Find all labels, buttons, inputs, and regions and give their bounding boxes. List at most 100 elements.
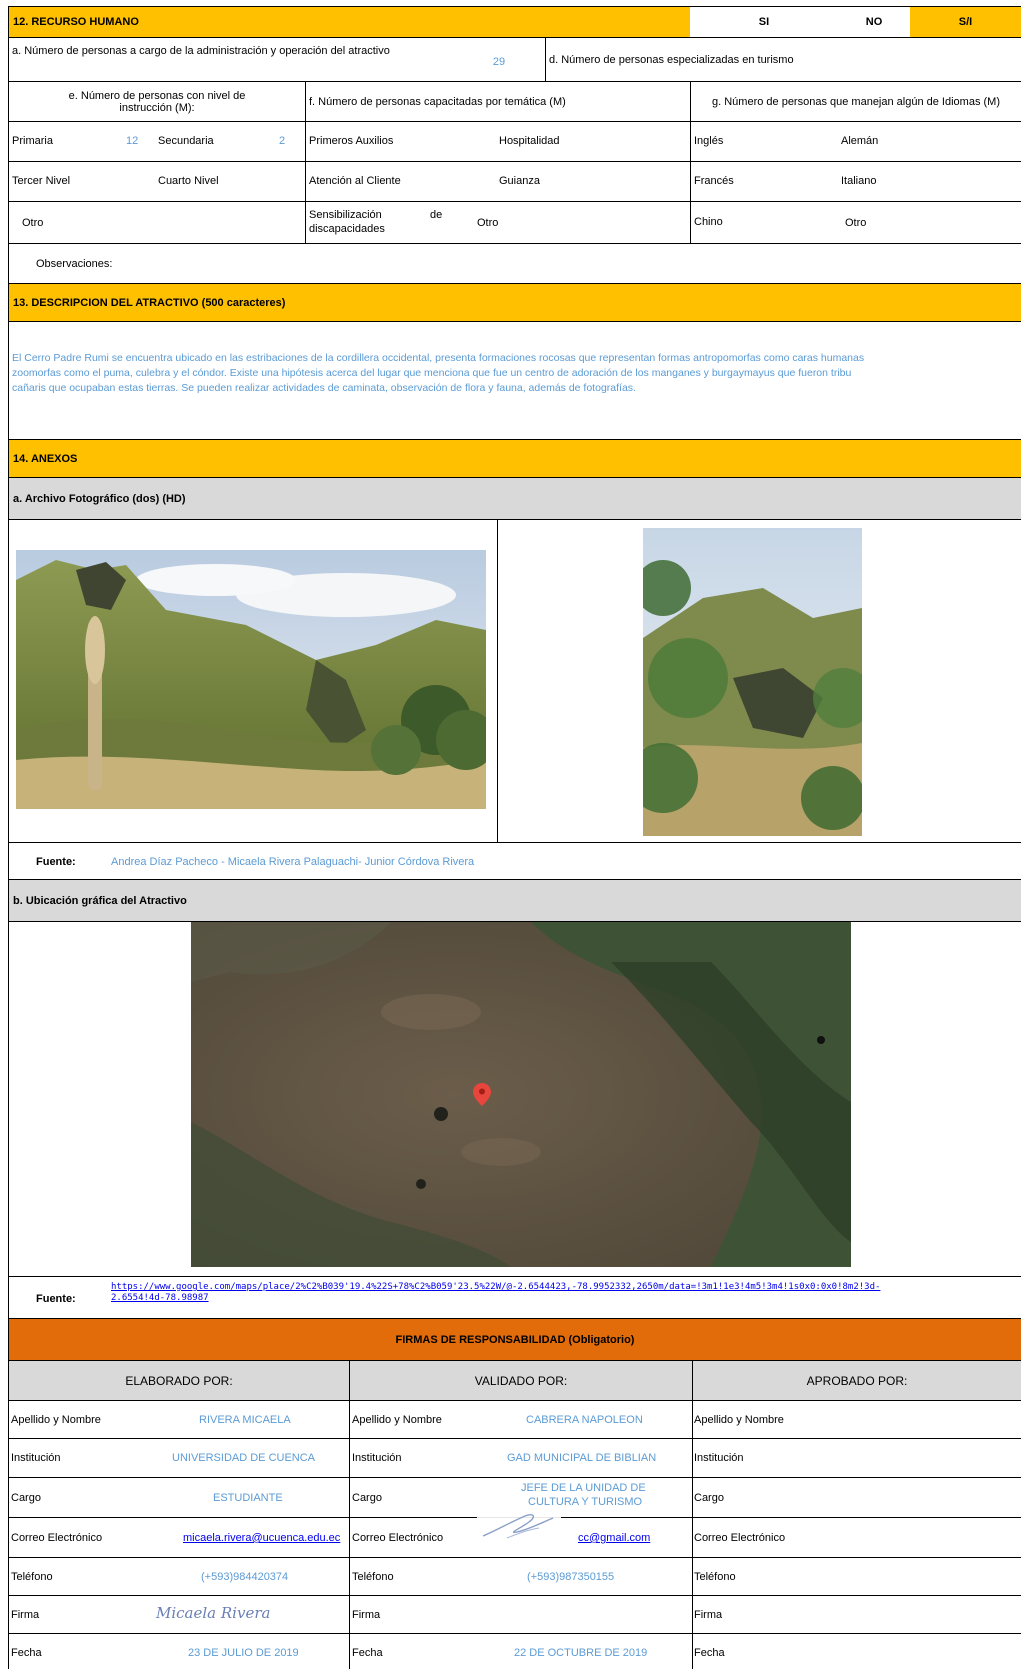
section-14-header: 14. ANEXOS — [8, 440, 1021, 478]
val-cargo-1: JEFE DE LA UNIDAD DE — [521, 1482, 646, 1494]
firma-row-nombre — [8, 1401, 1021, 1439]
label-cuarto-nivel: Cuarto Nivel — [158, 175, 219, 187]
label-sensibilizacion: Sensibilización — [309, 209, 382, 221]
label-primaria: Primaria — [12, 135, 53, 147]
elab-label-fecha: Fecha — [11, 1647, 42, 1659]
row-sensibilizacion: Sensibilización de discapacidades Otro — [305, 202, 690, 244]
apr-label-correo: Correo Electrónico — [694, 1532, 786, 1544]
descripcion-line-1: El Cerro Padre Rumi se encuentra ubicado… — [12, 352, 865, 364]
label-g: g. Número de personas que manejan algún … — [690, 82, 1021, 122]
fuente-fotos-row: Fuente: Andrea Díaz Pacheco - Micaela Ri… — [8, 843, 1021, 880]
val-signature-image — [477, 1508, 561, 1542]
ubicacion-header: b. Ubicación gráfica del Atractivo — [8, 880, 1021, 922]
val-label-telefono: Teléfono — [352, 1571, 394, 1583]
val-telefono: (+593)987350155 — [527, 1571, 615, 1583]
val-label-correo: Correo Electrónico — [352, 1532, 444, 1544]
label-secundaria: Secundaria — [158, 135, 214, 147]
row-tercer: Tercer Nivel Cuarto Nivel — [8, 162, 305, 202]
label-observaciones: Observaciones: — [36, 258, 113, 270]
section-14-title: 14. ANEXOS — [13, 452, 78, 465]
elab-label-institucion: Institución — [11, 1452, 61, 1464]
label-chino: Chino — [694, 216, 723, 228]
elab-label-telefono: Teléfono — [11, 1571, 53, 1583]
elab-label-nombre: Apellido y Nombre — [11, 1414, 101, 1426]
val-institucion: GAD MUNICIPAL DE BIBLIAN — [507, 1452, 657, 1464]
label-ingles: Inglés — [694, 135, 724, 147]
ficha-page: 12. RECURSO HUMANO SI NO S/I a. Número d… — [0, 0, 1021, 1669]
photo-cerro-paisaje — [16, 550, 486, 809]
label-tercer-nivel: Tercer Nivel — [12, 175, 71, 187]
firma-row-telefono — [8, 1558, 1021, 1596]
row-frances: Francés Italiano — [690, 162, 1021, 202]
val-correo[interactable]: cc@gmail.com — [578, 1532, 650, 1544]
fuente-mapa-link-2[interactable]: 2.6554!4d-78.98987 — [111, 1293, 209, 1303]
val-cargo-2: CULTURA Y TURISMO — [528, 1496, 643, 1508]
label-hospitalidad: Hospitalidad — [499, 135, 560, 147]
label-e: e. Número de personas con nivel de instr… — [8, 82, 305, 122]
fuente-mapa-link-1[interactable]: https://www.google.com/maps/place/2%C2%B… — [111, 1282, 880, 1292]
elaborado-header: ELABORADO POR: — [8, 1361, 349, 1401]
val-label-nombre: Apellido y Nombre — [352, 1414, 442, 1426]
section-12-header: 12. RECURSO HUMANO — [8, 6, 690, 38]
val-fecha: 22 DE OCTUBRE DE 2019 — [514, 1647, 648, 1659]
fuente-fotos-value: Andrea Díaz Pacheco - Micaela Rivera Pal… — [111, 856, 475, 868]
label-guianza: Guianza — [499, 175, 540, 187]
elab-firma-signature: Micaela Rivera — [156, 1604, 271, 1622]
row-primaria: Primaria 12 Secundaria 2 — [8, 122, 305, 162]
row-ingles: Inglés Alemán — [690, 122, 1021, 162]
section-12-title: 12. RECURSO HUMANO — [13, 16, 139, 28]
label-otro-tematica: Otro — [477, 217, 499, 229]
elab-telefono: (+593)984420374 — [201, 1571, 289, 1583]
label-aleman: Alemán — [841, 135, 879, 147]
photo-cerro-vertical — [643, 528, 862, 836]
aprobado-header: APROBADO POR: — [692, 1361, 1021, 1401]
satellite-map[interactable] — [191, 922, 851, 1267]
elab-fecha: 23 DE JULIO DE 2019 — [188, 1647, 299, 1659]
no-header: NO — [838, 6, 910, 38]
val-label-fecha: Fecha — [352, 1647, 383, 1659]
label-a: a. Número de personas a cargo de la admi… — [12, 45, 390, 57]
descripcion-body: El Cerro Padre Rumi se encuentra ubicado… — [8, 322, 1021, 440]
apr-label-firma: Firma — [694, 1609, 723, 1621]
archivo-title: a. Archivo Fotográfico (dos) (HD) — [13, 492, 186, 505]
elab-label-cargo: Cargo — [11, 1492, 41, 1504]
fuente-mapa-row: Fuente: https://www.google.com/maps/plac… — [8, 1277, 1021, 1319]
elab-correo[interactable]: micaela.rivera@ucuenca.edu.ec — [183, 1532, 340, 1544]
sin-info-header: S/I — [910, 6, 1021, 38]
label-italiano: Italiano — [841, 175, 877, 187]
val-nombre: CABRERA NAPOLEON — [526, 1414, 643, 1426]
archivo-header: a. Archivo Fotográfico (dos) (HD) — [8, 478, 1021, 520]
label-sensibilizacion-de: de — [430, 209, 443, 221]
apr-label-nombre: Apellido y Nombre — [694, 1414, 784, 1426]
val-label-firma: Firma — [352, 1609, 381, 1621]
ubicacion-title: b. Ubicación gráfica del Atractivo — [13, 894, 187, 907]
label-otro-idioma: Otro — [845, 217, 867, 229]
row-observaciones: Observaciones: — [8, 244, 1021, 284]
section-13-title: 13. DESCRIPCION DEL ATRACTIVO (500 carac… — [13, 296, 286, 309]
elab-institucion: UNIVERSIDAD DE CUENCA — [172, 1452, 316, 1464]
elab-nombre: RIVERA MICAELA — [199, 1414, 291, 1426]
apr-label-cargo: Cargo — [694, 1492, 724, 1504]
val-label-institucion: Institución — [352, 1452, 402, 1464]
row-otro-e: Otro — [8, 202, 305, 244]
si-header: SI — [690, 6, 838, 38]
row-primeros: Primeros Auxilios Hospitalidad — [305, 122, 690, 162]
label-atencion-cliente: Atención al Cliente — [309, 175, 401, 187]
apr-label-fecha: Fecha — [694, 1647, 725, 1659]
label-primeros-auxilios: Primeros Auxilios — [309, 135, 394, 147]
descripcion-line-3: cañaris que ocupaban estas tierras. Se p… — [12, 382, 636, 394]
value-a: 29 — [492, 56, 506, 68]
row-atencion: Atención al Cliente Guianza — [305, 162, 690, 202]
apr-label-institucion: Institución — [694, 1452, 744, 1464]
val-label-cargo: Cargo — [352, 1492, 382, 1504]
apr-label-telefono: Teléfono — [694, 1571, 736, 1583]
elab-label-correo: Correo Electrónico — [11, 1532, 103, 1544]
elab-cargo: ESTUDIANTE — [213, 1492, 283, 1504]
firmas-header: FIRMAS DE RESPONSABILIDAD (Obligatorio) — [8, 1319, 1021, 1361]
fuente-mapa-label: Fuente: — [36, 1293, 76, 1305]
row-chino: Chino Otro — [690, 202, 1021, 244]
label-d: d. Número de personas especializadas en … — [545, 38, 1021, 82]
fuente-fotos-label: Fuente: — [36, 856, 76, 868]
descripcion-line-2: zoomorfas como el puma, culebra y el cón… — [12, 367, 852, 379]
label-f: f. Número de personas capacitadas por te… — [305, 82, 690, 122]
